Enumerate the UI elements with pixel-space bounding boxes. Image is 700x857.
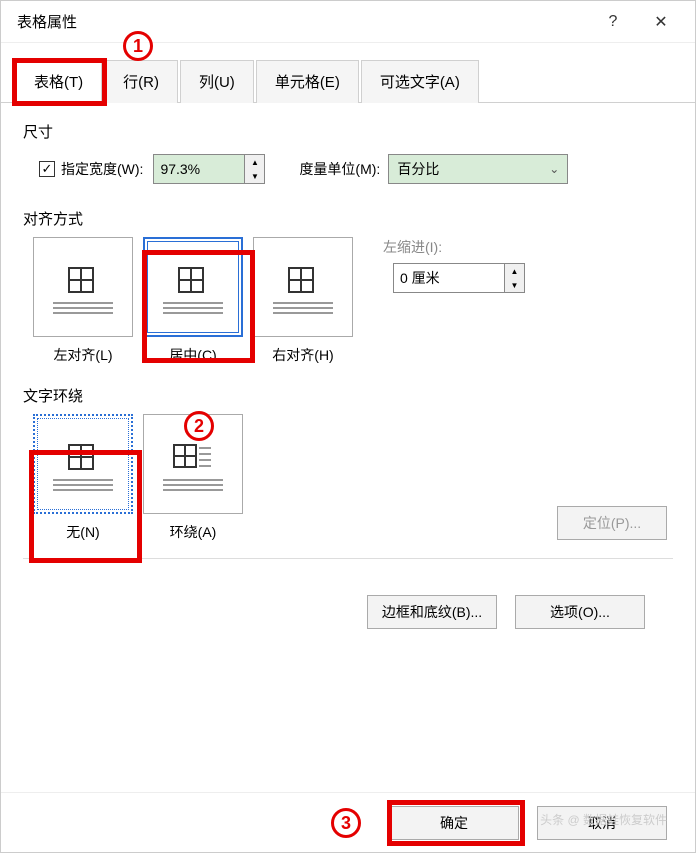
width-checkbox[interactable]: ✓ <box>39 161 55 177</box>
inner-footer: 边框和底纹(B)... 选项(O)... <box>23 575 673 649</box>
chevron-down-icon: ⌄ <box>541 162 567 176</box>
titlebar: 表格属性 ? ✕ <box>1 1 695 43</box>
watermark: 头条 @ 数据蛙恢复软件 <box>540 811 667 828</box>
wrap-none-option[interactable]: 无(N) <box>33 414 133 542</box>
wrap-around-option[interactable]: 环绕(A) <box>143 414 243 542</box>
content-area: 尺寸 ✓ 指定宽度(W): ▲ ▼ 度量单位(M): 百分比 ⌄ 对齐方式 <box>1 103 695 667</box>
close-button[interactable]: ✕ <box>637 6 685 38</box>
options-button[interactable]: 选项(O)... <box>515 595 645 629</box>
width-input[interactable] <box>154 155 244 183</box>
spin-down-icon[interactable]: ▼ <box>505 278 524 292</box>
unit-value: 百分比 <box>389 159 541 179</box>
tab-table[interactable]: 表格(T) <box>15 60 102 103</box>
wrap-row: 无(N) 环 <box>23 414 673 542</box>
position-button[interactable]: 定位(P)... <box>557 506 667 540</box>
tab-alt-text[interactable]: 可选文字(A) <box>361 60 479 103</box>
tab-cell[interactable]: 单元格(E) <box>256 60 359 103</box>
align-left-icon <box>68 267 98 293</box>
indent-spinner[interactable]: ▲ ▼ <box>393 263 525 293</box>
help-button[interactable]: ? <box>589 6 637 38</box>
wrap-around-icon <box>173 444 213 470</box>
tab-col[interactable]: 列(U) <box>180 60 254 103</box>
spin-up-icon[interactable]: ▲ <box>245 155 264 169</box>
dialog-title: 表格属性 <box>17 11 589 32</box>
size-row: ✓ 指定宽度(W): ▲ ▼ 度量单位(M): 百分比 ⌄ <box>39 154 673 184</box>
unit-label: 度量单位(M): <box>299 159 380 179</box>
indent-input[interactable] <box>394 264 504 292</box>
tab-row[interactable]: 行(R) <box>104 60 178 103</box>
align-left-option[interactable]: 左对齐(L) <box>33 237 133 365</box>
ok-button[interactable]: 确定 <box>389 806 519 840</box>
align-right-option[interactable]: 右对齐(H) <box>253 237 353 365</box>
wrap-none-icon <box>68 444 98 470</box>
table-properties-dialog: 表格属性 ? ✕ 表格(T) 行(R) 列(U) 单元格(E) 可选文字(A) … <box>0 0 696 853</box>
size-label: 尺寸 <box>23 121 673 142</box>
align-right-icon <box>288 267 318 293</box>
indent-label: 左缩进(I): <box>383 237 535 257</box>
align-label: 对齐方式 <box>23 208 673 229</box>
spin-up-icon[interactable]: ▲ <box>505 264 524 278</box>
align-center-option[interactable]: 居中(C) <box>143 237 243 365</box>
spin-down-icon[interactable]: ▼ <box>245 169 264 183</box>
wrap-label: 文字环绕 <box>23 385 673 406</box>
align-row: 左对齐(L) 居中(C) 右对齐(H) <box>23 237 673 365</box>
align-center-icon <box>178 267 208 293</box>
width-spinner[interactable]: ▲ ▼ <box>153 154 265 184</box>
tab-strip: 表格(T) 行(R) 列(U) 单元格(E) 可选文字(A) <box>1 59 695 103</box>
border-shading-button[interactable]: 边框和底纹(B)... <box>367 595 497 629</box>
width-checkbox-label: 指定宽度(W): <box>61 159 143 179</box>
unit-dropdown[interactable]: 百分比 ⌄ <box>388 154 568 184</box>
